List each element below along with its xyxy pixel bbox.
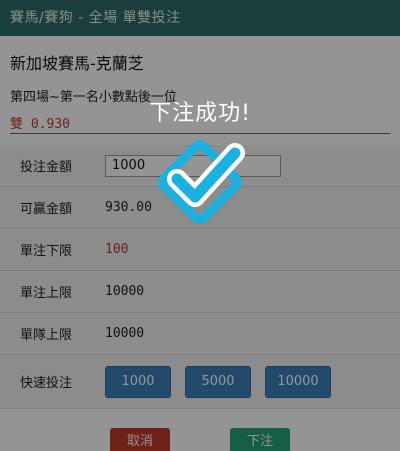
modal-overlay[interactable]: [0, 0, 400, 451]
check-badge-icon: [157, 139, 245, 225]
success-toast: 下注成功!: [0, 95, 400, 127]
toast-message: 下注成功!: [149, 101, 251, 126]
